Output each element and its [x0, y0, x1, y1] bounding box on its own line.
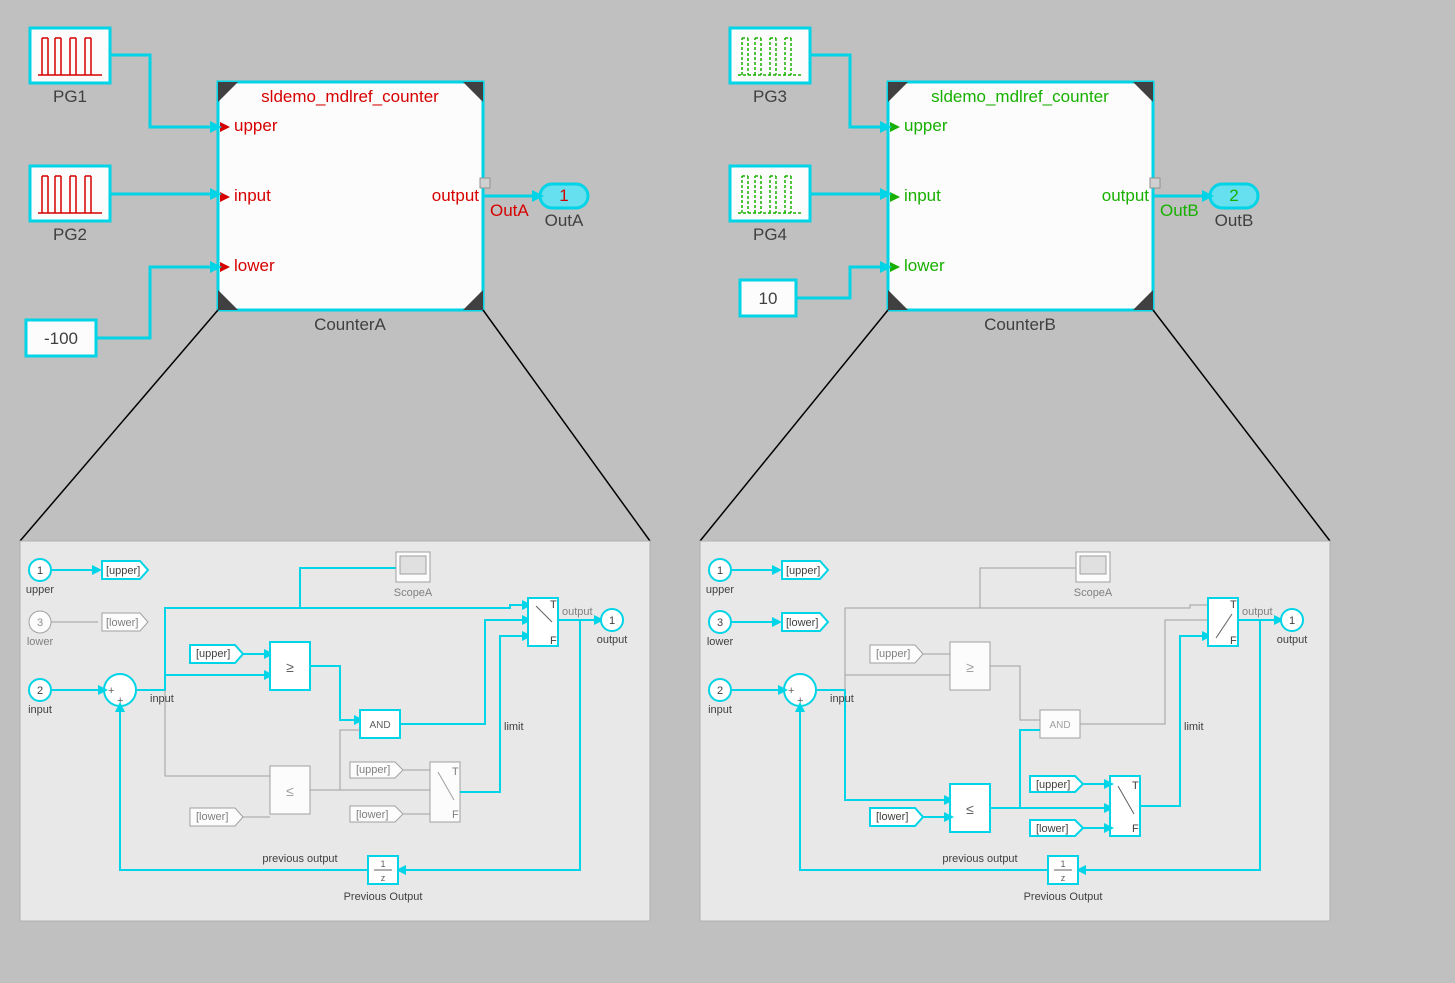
- svg-text:[lower]: [lower]: [786, 617, 818, 629]
- relop-leq-symbol: ≤: [286, 783, 294, 799]
- section-left: PG1 PG2 -100 sldemo_mdlre: [26, 28, 588, 356]
- signal-outb-label: OutB: [1160, 201, 1199, 220]
- relop-geq-symbol: ≥: [286, 659, 294, 675]
- counter-b-title: sldemo_mdlref_counter: [931, 87, 1109, 106]
- inport-input-name: input: [28, 704, 52, 716]
- pg4-label: PG4: [753, 225, 787, 244]
- pulse-generator-pg2[interactable]: [30, 166, 110, 221]
- svg-text:previous output: previous output: [262, 853, 337, 865]
- counter-b-port-upper: upper: [904, 116, 948, 135]
- svg-text:T: T: [550, 599, 557, 611]
- svg-text:[upper]: [upper]: [876, 648, 910, 660]
- svg-text:AND: AND: [1049, 720, 1070, 731]
- from-upper-a-text: [upper]: [196, 648, 230, 660]
- svg-text:ScopeA: ScopeA: [1074, 587, 1113, 599]
- expansion-line: [483, 310, 650, 541]
- svg-text:[upper]: [upper]: [356, 764, 390, 776]
- counter-a-title: sldemo_mdlref_counter: [261, 87, 439, 106]
- counter-a-port-lower: lower: [234, 256, 275, 275]
- svg-text:1: 1: [1060, 859, 1065, 869]
- svg-text:limit: limit: [504, 721, 524, 733]
- svg-text:output: output: [1242, 606, 1273, 618]
- goto-upper-text: [upper]: [106, 565, 140, 577]
- svg-text:T: T: [1132, 780, 1139, 792]
- svg-text:lower: lower: [707, 636, 734, 648]
- expansion-line: [1153, 310, 1330, 541]
- svg-text:[lower]: [lower]: [876, 811, 908, 823]
- svg-text:1: 1: [717, 565, 723, 577]
- svg-text:F: F: [452, 809, 459, 821]
- svg-text:[lower]: [lower]: [196, 811, 228, 823]
- svg-text:T: T: [452, 766, 459, 778]
- svg-text:F: F: [1132, 823, 1139, 835]
- svg-text:z: z: [381, 873, 386, 883]
- outport-outa-name: OutA: [545, 211, 584, 230]
- outport-output-name: output: [597, 634, 628, 646]
- pulse-generator-pg1[interactable]: [30, 28, 110, 83]
- svg-text:input: input: [708, 704, 732, 716]
- svg-text:upper: upper: [706, 584, 734, 596]
- svg-text:limit: limit: [1184, 721, 1204, 733]
- svg-text:z: z: [1061, 873, 1066, 883]
- logic-and-text: AND: [369, 720, 390, 731]
- svg-text:+: +: [788, 685, 794, 697]
- subsystem-panel-a: 2 input + + input [upper] ≥ AND: [20, 541, 650, 921]
- pulse-generator-pg4[interactable]: [730, 166, 810, 221]
- svg-text:F: F: [550, 635, 557, 647]
- svg-text:output: output: [1277, 634, 1308, 646]
- counter-b-port-output: output: [1102, 186, 1150, 205]
- svg-text:Previous Output: Previous Output: [1024, 891, 1103, 903]
- svg-text:1: 1: [380, 859, 385, 869]
- counter-a-port-output: output: [432, 186, 480, 205]
- outport-outb-name: OutB: [1215, 211, 1254, 230]
- svg-text:+: +: [108, 685, 114, 697]
- counter-a-port-input: input: [234, 186, 271, 205]
- counter-a-name: CounterA: [314, 315, 386, 334]
- svg-text:2: 2: [717, 685, 723, 697]
- svg-text:≥: ≥: [966, 659, 974, 675]
- unit-delay-name: Previous Output: [344, 891, 423, 903]
- svg-text:input: input: [830, 693, 854, 705]
- counter-b-port-input: input: [904, 186, 941, 205]
- inport-input-index: 2: [37, 685, 43, 697]
- svg-text:1: 1: [1289, 615, 1295, 627]
- signal-viewer-icon-b: [1150, 178, 1160, 188]
- svg-text:[lower]: [lower]: [356, 809, 388, 821]
- scope-a-name: ScopeA: [394, 587, 433, 599]
- counter-a-port-upper: upper: [234, 116, 278, 135]
- svg-text:output: output: [562, 606, 593, 618]
- outport-output-idx: 1: [609, 615, 615, 627]
- outport-outb-index: 2: [1229, 186, 1238, 205]
- signal-viewer-icon: [480, 178, 490, 188]
- pg3-label: PG3: [753, 87, 787, 106]
- outport-outa-index: 1: [559, 186, 568, 205]
- signal-input-label: input: [150, 693, 174, 705]
- pg2-label: PG2: [53, 225, 87, 244]
- svg-text:[upper]: [upper]: [1036, 779, 1070, 791]
- pg1-label: PG1: [53, 87, 87, 106]
- goto-lower-text: [lower]: [106, 617, 138, 629]
- expansion-line: [700, 310, 888, 541]
- counter-b-port-lower: lower: [904, 256, 945, 275]
- inport-lower-name: lower: [27, 636, 54, 648]
- section-right: PG3 PG4 10 sldemo_mdlref_counter upper: [730, 28, 1258, 334]
- svg-text:3: 3: [717, 617, 723, 629]
- svg-text:previous output: previous output: [942, 853, 1017, 865]
- svg-text:T: T: [1230, 599, 1237, 611]
- svg-text:F: F: [1230, 635, 1237, 647]
- constant-neg100-value: -100: [44, 329, 78, 348]
- svg-text:[lower]: [lower]: [1036, 823, 1068, 835]
- inport-upper-idx: 1: [37, 565, 43, 577]
- pulse-generator-pg3[interactable]: [730, 28, 810, 83]
- constant-10-value: 10: [759, 289, 778, 308]
- svg-text:[upper]: [upper]: [786, 565, 820, 577]
- signal-outa-label: OutA: [490, 201, 529, 220]
- subsystem-panel-b: 1 upper [upper] 3 lower [lower] 2 input …: [700, 541, 1330, 921]
- svg-text:≤: ≤: [966, 801, 974, 817]
- counter-b-name: CounterB: [984, 315, 1056, 334]
- inport-lower-idx: 3: [37, 617, 43, 629]
- inport-upper-name: upper: [26, 584, 54, 596]
